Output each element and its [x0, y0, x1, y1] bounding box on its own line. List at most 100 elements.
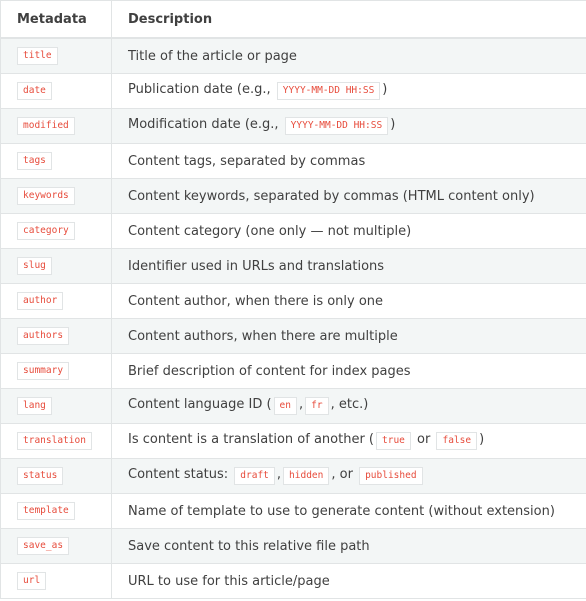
table-header-row: Metadata Description — [1, 1, 586, 39]
header-metadata-label: Metadata — [17, 11, 87, 27]
metadata-key-cell: title — [1, 39, 112, 73]
description-cell: Save content to this relative file path — [112, 529, 586, 563]
table-row: authors Content authors, when there are m… — [1, 319, 586, 354]
description-fragment: Content status: — [128, 467, 233, 482]
metadata-key-cell: slug — [1, 249, 112, 283]
description-cell: Content author, when there is only one — [112, 284, 586, 318]
description-text: Is content is a translation of another (… — [128, 432, 484, 450]
metadata-key: translation — [17, 432, 92, 450]
description-cell: Publication date (e.g., YYYY-MM-DD HH:SS… — [112, 74, 586, 108]
table-row: template Name of template to use to gener… — [1, 494, 586, 529]
description-text: Save content to this relative file path — [128, 539, 370, 554]
table-row: tags Content tags, separated by commas — [1, 144, 586, 179]
metadata-key-cell: author — [1, 284, 112, 318]
table-row: summary Brief description of content for … — [1, 354, 586, 389]
description-text: Modification date (e.g., YYYY-MM-DD HH:S… — [128, 117, 395, 135]
metadata-key-cell: modified — [1, 109, 112, 143]
table-row: modified Modification date (e.g., YYYY-MM… — [1, 109, 586, 144]
metadata-key: author — [17, 292, 64, 310]
metadata-key: status — [17, 467, 64, 485]
metadata-key: tags — [17, 152, 52, 170]
description-text: Content authors, when there are multiple — [128, 329, 398, 344]
metadata-table: Metadata Description title Title of the a… — [0, 0, 586, 599]
description-text: Content tags, separated by commas — [128, 154, 365, 169]
metadata-key-cell: keywords — [1, 179, 112, 213]
table-row: keywords Content keywords, separated by c… — [1, 179, 586, 214]
inline-code: published — [359, 467, 423, 485]
description-fragment: Content tags, separated by commas — [128, 153, 366, 169]
description-fragment: , — [276, 467, 282, 482]
description-text: Content keywords, separated by commas (H… — [128, 189, 535, 204]
description-fragment: Is content is a translation of another ( — [128, 432, 374, 447]
description-cell: Modification date (e.g., YYYY-MM-DD HH:S… — [112, 109, 586, 143]
metadata-key: keywords — [17, 187, 75, 205]
description-cell: Brief description of content for index p… — [112, 354, 586, 388]
description-text: Content language ID (en, fr, etc.) — [128, 397, 368, 415]
metadata-key: date — [17, 82, 52, 100]
metadata-key: authors — [17, 327, 70, 345]
metadata-key-cell: category — [1, 214, 112, 248]
description-cell: Is content is a translation of another (… — [112, 424, 586, 458]
description-fragment: or — [412, 432, 435, 447]
description-cell: Content status: draft, hidden, or publish… — [112, 459, 586, 493]
metadata-key-cell: save_as — [1, 529, 112, 563]
description-fragment: Content keywords, separated by commas (H… — [128, 188, 535, 204]
metadata-key-cell: date — [1, 74, 112, 108]
description-text: Publication date (e.g., YYYY-MM-DD HH:SS… — [128, 82, 387, 100]
table-row: lang Content language ID (en, fr, etc.) — [1, 389, 586, 424]
description-fragment: Title of the article or page — [128, 48, 297, 64]
table-row: category Content category (one only — not… — [1, 214, 586, 249]
description-fragment: Content author, when there is only one — [128, 293, 384, 309]
description-fragment: ) — [479, 432, 485, 447]
metadata-key: url — [17, 572, 47, 590]
inline-code: false — [436, 432, 478, 450]
description-cell: Content category (one only — not multipl… — [112, 214, 586, 248]
table-row: status Content status: draft, hidden, or p… — [1, 459, 586, 494]
metadata-key-cell: template — [1, 494, 112, 528]
header-description-label: Description — [128, 11, 213, 27]
metadata-key: category — [17, 222, 75, 240]
metadata-key: summary — [17, 362, 70, 380]
metadata-key: slug — [17, 257, 52, 275]
table-row: date Publication date (e.g., YYYY-MM-DD H… — [1, 74, 586, 109]
description-text: Name of template to use to generate cont… — [128, 504, 555, 519]
description-fragment: ) — [382, 82, 388, 97]
metadata-key: template — [17, 502, 75, 520]
header-cell-metadata: Metadata — [1, 1, 112, 37]
description-fragment: Content language ID ( — [128, 397, 272, 412]
description-fragment: , etc.) — [330, 397, 369, 412]
description-cell: Content language ID (en, fr, etc.) — [112, 389, 586, 423]
metadata-key-cell: tags — [1, 144, 112, 178]
description-fragment: Content authors, when there are multiple — [128, 328, 398, 344]
description-cell: Name of template to use to generate cont… — [112, 494, 586, 528]
table-row: author Content author, when there is only… — [1, 284, 586, 319]
description-cell: Content authors, when there are multiple — [112, 319, 586, 353]
metadata-key-cell: url — [1, 564, 112, 598]
metadata-key-cell: authors — [1, 319, 112, 353]
table-row: save_as Save content to this relative fil… — [1, 529, 586, 564]
metadata-key: save_as — [17, 537, 70, 555]
table-body: title Title of the article or page date Pub… — [1, 39, 586, 599]
description-text: Brief description of content for index p… — [128, 364, 411, 379]
header-cell-description: Description — [112, 1, 586, 37]
description-cell: Content tags, separated by commas — [112, 144, 586, 178]
description-fragment: Modification date (e.g., — [128, 117, 283, 132]
metadata-key-cell: lang — [1, 389, 112, 423]
inline-code: YYYY-MM-DD HH:SS — [276, 82, 381, 100]
metadata-key: lang — [17, 397, 52, 415]
description-fragment: Publication date (e.g., — [128, 82, 275, 97]
metadata-key: title — [17, 47, 58, 65]
metadata-key: modified — [17, 117, 75, 135]
description-text: Content category (one only — not multipl… — [128, 224, 411, 239]
table-row: url URL to use for this article/page — [1, 564, 586, 599]
inline-code: draft — [234, 467, 275, 485]
inline-code: hidden — [283, 467, 330, 485]
description-fragment: Name of template to use to generate cont… — [128, 503, 555, 519]
description-fragment: , — [299, 397, 304, 412]
inline-code: fr — [305, 397, 329, 415]
table-row: translation Is content is a translation o… — [1, 424, 586, 459]
inline-code: YYYY-MM-DD HH:SS — [284, 117, 389, 135]
description-text: URL to use for this article/page — [128, 574, 330, 589]
description-cell: Title of the article or page — [112, 39, 586, 73]
description-text: Content author, when there is only one — [128, 294, 383, 309]
